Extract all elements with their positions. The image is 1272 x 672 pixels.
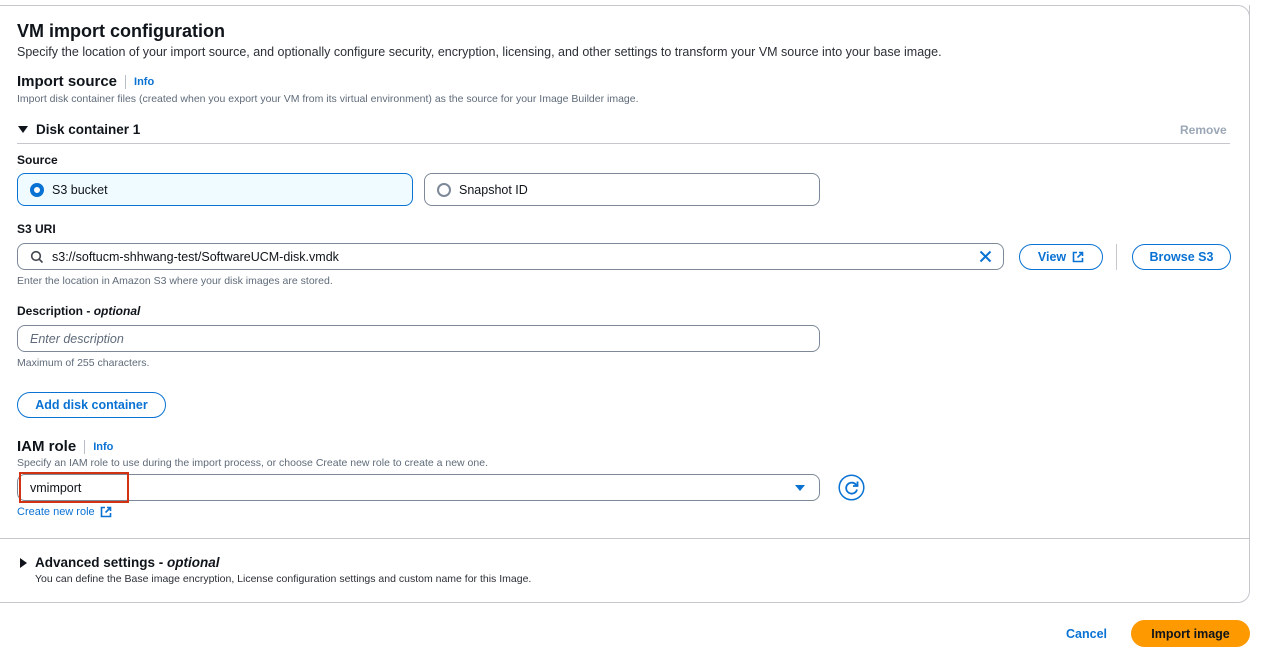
browse-s3-button[interactable]: Browse S3 <box>1132 244 1231 270</box>
disk-container-toggle[interactable]: Disk container 1 <box>18 122 140 137</box>
disk-container-title: Disk container 1 <box>36 122 141 137</box>
description-placeholder: Enter description <box>30 331 124 346</box>
page-description: Specify the location of your import sour… <box>17 45 942 59</box>
caret-down-icon <box>18 126 28 133</box>
radio-unselected-icon <box>437 182 451 197</box>
import-source-info-link[interactable]: Info <box>134 76 154 88</box>
cancel-button[interactable]: Cancel <box>1066 627 1107 641</box>
source-option-snapshot-id[interactable]: Snapshot ID <box>424 173 820 206</box>
source-label: Source <box>17 153 58 167</box>
remove-button[interactable]: Remove <box>1180 123 1227 137</box>
heading-divider <box>84 439 86 454</box>
heading-divider <box>125 74 127 89</box>
external-link-icon <box>1072 251 1084 263</box>
refresh-icon[interactable] <box>838 474 865 501</box>
iam-role-title: IAM role <box>17 438 77 455</box>
source-option-label: Snapshot ID <box>459 182 528 197</box>
iam-role-heading: IAM role Info <box>17 438 113 455</box>
description-hint: Maximum of 255 characters. <box>17 357 150 369</box>
iam-role-select[interactable]: vmimport <box>17 474 820 501</box>
description-label: Description - optional <box>17 304 141 318</box>
create-new-role-label: Create new role <box>17 506 95 518</box>
import-image-button[interactable]: Import image <box>1131 620 1250 647</box>
external-link-icon <box>100 506 111 518</box>
iam-role-description: Specify an IAM role to use during the im… <box>17 457 488 469</box>
search-icon <box>30 250 44 263</box>
import-source-title: Import source <box>17 73 118 90</box>
add-disk-container-button[interactable]: Add disk container <box>17 392 166 418</box>
page-title: VM import configuration <box>17 21 225 41</box>
advanced-settings-title: Advanced settings - optional <box>35 555 220 570</box>
source-option-label: S3 bucket <box>52 182 108 197</box>
s3-uri-label: S3 URI <box>17 222 56 236</box>
s3-uri-value: s3://softucm-shhwang-test/SoftwareUCM-di… <box>52 249 339 264</box>
divider <box>17 143 1230 144</box>
s3-uri-input[interactable]: s3://softucm-shhwang-test/SoftwareUCM-di… <box>17 243 1004 270</box>
description-input[interactable]: Enter description <box>17 325 820 352</box>
view-button[interactable]: View <box>1019 244 1103 270</box>
highlight-box <box>19 472 129 503</box>
import-source-heading: Import source Info <box>17 73 154 90</box>
divider <box>0 538 1250 539</box>
advanced-settings-toggle[interactable]: Advanced settings - optional <box>20 555 220 570</box>
panel-border <box>0 5 1238 6</box>
chevron-down-icon <box>795 485 805 491</box>
advanced-settings-description: You can define the Base image encryption… <box>35 573 532 585</box>
s3-uri-hint: Enter the location in Amazon S3 where yo… <box>17 275 333 287</box>
button-divider <box>1116 244 1117 270</box>
radio-selected-icon <box>30 182 44 197</box>
caret-right-icon <box>20 557 27 568</box>
view-button-label: View <box>1037 250 1067 264</box>
create-new-role-link[interactable]: Create new role <box>17 506 112 518</box>
import-source-description: Import disk container files (created whe… <box>17 93 639 105</box>
source-option-s3-bucket[interactable]: S3 bucket <box>17 173 413 206</box>
iam-role-info-link[interactable]: Info <box>93 441 113 453</box>
clear-icon[interactable] <box>979 250 992 263</box>
